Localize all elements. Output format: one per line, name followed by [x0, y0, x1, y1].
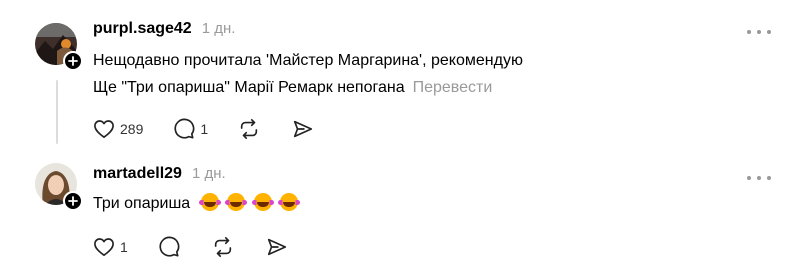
share-icon	[267, 238, 286, 256]
follow-plus-icon[interactable]	[63, 191, 83, 211]
post-header: martadell29 1 дн.	[93, 165, 226, 183]
post: martadell29 1 дн. Три опариша 1	[0, 152, 801, 270]
post-text: Нещодавно прочитала 'Майстер Маргарина',…	[93, 47, 523, 101]
username[interactable]: martadell29	[93, 165, 182, 183]
heart-icon	[94, 238, 114, 256]
reply-button[interactable]	[158, 235, 180, 259]
timestamp: 1 дн.	[201, 20, 236, 37]
post: purpl.sage42 1 дн. Нещодавно прочитала '…	[0, 0, 801, 152]
repost-icon	[240, 119, 258, 139]
more-icon[interactable]	[747, 27, 771, 37]
username[interactable]: purpl.sage42	[93, 20, 192, 38]
like-button[interactable]: 289	[93, 117, 143, 141]
thread-line	[56, 80, 58, 144]
post-text: Три опариша	[93, 190, 300, 217]
like-button[interactable]: 1	[93, 235, 128, 259]
avatar-wrap	[35, 23, 83, 71]
reply-count: 1	[200, 121, 209, 137]
rolling-on-floor-laughing-icon	[251, 193, 274, 211]
more-icon[interactable]	[747, 173, 771, 183]
post-text-line: Нещодавно прочитала 'Майстер Маргарина',…	[93, 52, 523, 69]
rolling-on-floor-laughing-icon	[198, 193, 221, 211]
heart-icon	[94, 120, 114, 138]
post-text-content: Три опариша	[93, 195, 191, 212]
rolling-on-floor-laughing-icon	[225, 193, 248, 211]
post-actions: 1	[93, 235, 288, 259]
post-header: purpl.sage42 1 дн.	[93, 20, 235, 38]
follow-plus-icon[interactable]	[63, 51, 83, 71]
reply-button[interactable]: 1	[173, 117, 208, 141]
repost-icon	[214, 237, 231, 257]
repost-button[interactable]	[212, 235, 234, 259]
emoji-group	[197, 193, 300, 212]
share-button[interactable]	[292, 117, 314, 141]
share-button[interactable]	[266, 235, 288, 259]
avatar-wrap	[35, 163, 83, 211]
comment-icon	[174, 118, 195, 139]
post-text-line: Ще "Три опариша" Марії Ремарк непогана Пе…	[93, 74, 523, 101]
rolling-on-floor-laughing-icon	[278, 193, 300, 211]
post-actions: 289 1	[93, 117, 314, 141]
post-text-line-content: Ще "Три опариша" Марії Ремарк непогана	[93, 79, 405, 96]
like-count: 289	[120, 121, 144, 137]
timestamp: 1 дн.	[191, 165, 226, 182]
like-count: 1	[120, 239, 128, 255]
repost-button[interactable]	[238, 117, 260, 141]
translate-link[interactable]: Перевести	[413, 79, 493, 96]
comment-icon	[159, 236, 180, 257]
share-icon	[294, 120, 313, 138]
